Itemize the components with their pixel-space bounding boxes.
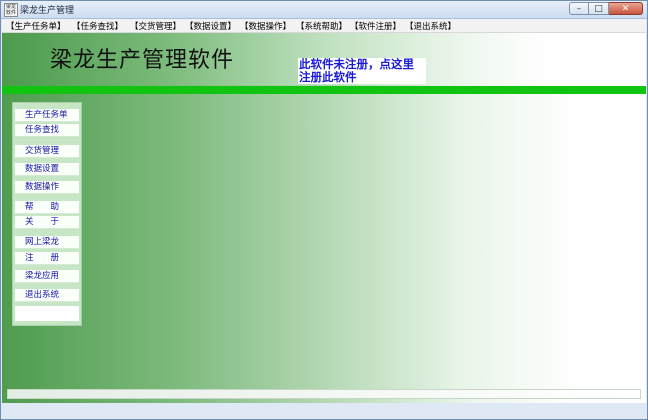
- side-task-search[interactable]: 任务查找: [15, 124, 79, 137]
- menu-data-settings[interactable]: 【数据设置】: [185, 20, 236, 32]
- title-bar[interactable]: 梁龙软件 梁龙生产管理 – □ ✕: [1, 1, 647, 19]
- side-exit[interactable]: 退出系统: [15, 289, 79, 302]
- app-icon: 梁龙软件: [4, 3, 18, 17]
- register-notice-link[interactable]: 此软件未注册，点这里 注册此软件: [298, 58, 426, 84]
- window-controls: – □ ✕: [569, 2, 643, 16]
- menu-register[interactable]: 【软件注册】: [350, 20, 401, 32]
- main-area: 梁龙生产管理软件 此软件未注册，点这里 注册此软件 生产任务单 任务查找 交货管…: [2, 33, 646, 419]
- maximize-button[interactable]: □: [589, 2, 609, 15]
- menu-task-search[interactable]: 【任务查找】: [72, 20, 123, 32]
- side-about[interactable]: 关 于: [15, 216, 79, 229]
- minimize-button[interactable]: –: [569, 2, 589, 15]
- register-notice-line2: 注册此软件: [299, 70, 357, 84]
- app-window: 梁龙软件 梁龙生产管理 – □ ✕ 【生产任务单】 【任务查找】 【交货管理】 …: [0, 0, 648, 420]
- side-blank-slot: [15, 306, 79, 321]
- menu-data-operation[interactable]: 【数据操作】: [240, 20, 291, 32]
- side-help[interactable]: 帮 助: [15, 201, 79, 214]
- side-data-settings[interactable]: 数据设置: [15, 163, 79, 176]
- side-apps[interactable]: 梁龙应用: [15, 270, 79, 283]
- side-production-task[interactable]: 生产任务单: [15, 109, 79, 122]
- side-nav: 生产任务单 任务查找 交货管理 数据设置 数据操作 帮 助 关 于 网上梁龙 注…: [12, 102, 82, 326]
- side-register[interactable]: 注 册: [15, 252, 79, 265]
- close-button[interactable]: ✕: [609, 2, 643, 15]
- status-bar: [7, 389, 641, 399]
- banner: 梁龙生产管理软件 此软件未注册，点这里 注册此软件: [2, 33, 646, 85]
- app-title: 梁龙生产管理软件: [50, 48, 235, 73]
- menu-delivery[interactable]: 【交货管理】: [130, 20, 181, 32]
- menu-exit[interactable]: 【退出系统】: [405, 20, 456, 32]
- bottom-strip: [2, 403, 646, 419]
- green-divider: [2, 86, 646, 94]
- window-title: 梁龙生产管理: [20, 6, 75, 16]
- menu-production-task[interactable]: 【生产任务单】: [6, 20, 66, 32]
- menu-system-help[interactable]: 【系统帮助】: [296, 20, 347, 32]
- side-online[interactable]: 网上梁龙: [15, 236, 79, 249]
- side-data-operation[interactable]: 数据操作: [15, 181, 79, 194]
- side-delivery[interactable]: 交货管理: [15, 145, 79, 158]
- menu-bar: 【生产任务单】 【任务查找】 【交货管理】 【数据设置】 【数据操作】 【系统帮…: [2, 19, 646, 33]
